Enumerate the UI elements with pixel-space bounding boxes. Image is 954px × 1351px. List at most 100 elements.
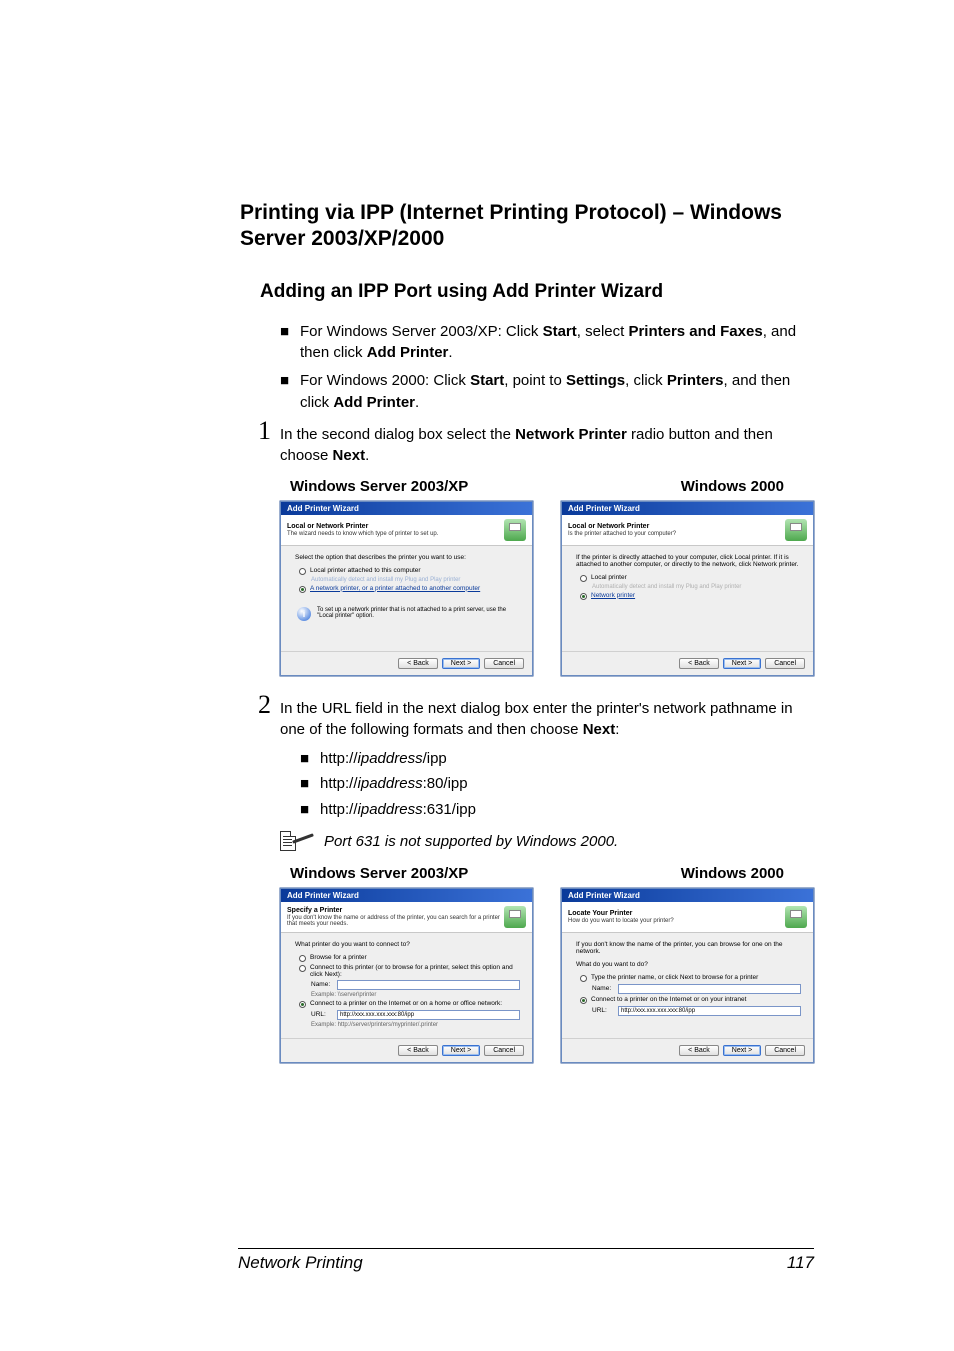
back-button[interactable]: < Back [679, 1045, 719, 1056]
window-title: Add Printer Wizard [562, 889, 813, 902]
step-text: In the second dialog box select the Netw… [280, 420, 814, 466]
text-run: http:// [320, 775, 358, 792]
cancel-button[interactable]: Cancel [765, 658, 805, 669]
wizard-2000-step2: Add Printer Wizard Locate Your Printer H… [561, 888, 814, 1063]
wizard-xp-step1: Add Printer Wizard Local or Network Prin… [280, 501, 533, 676]
radio-icon [580, 575, 587, 582]
cancel-button[interactable]: Cancel [484, 1045, 524, 1056]
field-label: Name: [592, 985, 614, 992]
text-run: In the URL field in the next dialog box … [280, 700, 793, 738]
radio-icon [299, 568, 306, 575]
name-input[interactable] [618, 984, 801, 994]
url-example: Example: http://server/printers/myprinte… [311, 1022, 520, 1028]
printer-icon [504, 519, 526, 541]
wizard-lead-text: What printer do you want to connect to? [295, 941, 520, 948]
radio-network-printer[interactable]: Network printer [580, 592, 801, 600]
info-text: To set up a network printer that is not … [317, 607, 518, 621]
wizard-subheader: The wizard needs to know which type of p… [287, 531, 438, 537]
wizard-header: Local or Network Printer [568, 523, 676, 530]
radio-label: Connect to a printer on the Internet or … [310, 1000, 502, 1007]
list-item: ■ For Windows Server 2003/XP: Click Star… [280, 321, 814, 365]
next-button[interactable]: Next > [442, 658, 480, 669]
radio-label: Connect to a printer on the Internet or … [591, 996, 746, 1003]
radio-local-printer[interactable]: Local printer [580, 574, 801, 582]
radio-label: A network printer, or a printer attached… [310, 585, 480, 592]
name-field-row: Name: [592, 984, 801, 994]
url-field-row: URL: http://xxx.xxx.xxx.xxx:80/ipp [311, 1010, 520, 1020]
url-input[interactable]: http://xxx.xxx.xxx.xxx:80/ipp [337, 1010, 520, 1020]
checkbox-autodetect: Automatically detect and install my Plug… [592, 584, 801, 590]
text-run: For Windows Server 2003/XP: Click [300, 323, 543, 340]
label-xp: Windows Server 2003/XP [290, 865, 468, 882]
back-button[interactable]: < Back [398, 1045, 438, 1056]
radio-connect-url[interactable]: Connect to a printer on the Internet or … [299, 1000, 520, 1008]
next-button[interactable]: Next > [442, 1045, 480, 1056]
radio-label: Type the printer name, or click Next to … [591, 974, 758, 981]
window-title: Add Printer Wizard [562, 502, 813, 515]
text-run: :631/ipp [423, 801, 476, 818]
wizard-lead-text: If the printer is directly attached to y… [576, 554, 801, 568]
bullet-icon: ■ [300, 748, 320, 770]
wizard-subheader: Is the printer attached to your computer… [568, 531, 676, 537]
text-run: Network Printer [515, 426, 627, 443]
wizard-header: Specify a Printer [287, 907, 504, 914]
bullet-text: http://ipaddress:631/ipp [320, 799, 814, 821]
bullet-icon: ■ [300, 773, 320, 795]
radio-label: Browse for a printer [310, 954, 367, 961]
radio-icon [580, 975, 587, 982]
text-run: Next [333, 447, 366, 464]
text-run: Settings [566, 372, 625, 389]
back-button[interactable]: < Back [398, 658, 438, 669]
bullet-text: For Windows 2000: Click Start, point to … [300, 370, 814, 414]
url-input[interactable]: http://xxx.xxx.xxx.xxx:80/ipp [618, 1006, 801, 1016]
text-run: http:// [320, 801, 358, 818]
name-example: Example: \\server\printer [311, 992, 520, 998]
bullet-text: For Windows Server 2003/XP: Click Start,… [300, 321, 814, 365]
cancel-button[interactable]: Cancel [765, 1045, 805, 1056]
printer-icon [504, 906, 526, 928]
radio-connect-url[interactable]: Connect to a printer on the Internet or … [580, 996, 801, 1004]
field-label: URL: [592, 1007, 614, 1014]
wizard-lead-text: If you don't know the name of the printe… [576, 941, 801, 955]
bullet-text: http://ipaddress:80/ipp [320, 773, 814, 795]
note: Port 631 is not supported by Windows 200… [280, 831, 814, 853]
section-heading: Adding an IPP Port using Add Printer Wiz… [260, 281, 814, 303]
text-run: ipaddress [358, 750, 423, 767]
wizard-subheader: If you don't know the name or address of… [287, 915, 504, 927]
text-run: Next [583, 721, 616, 738]
text-run: . [415, 394, 419, 411]
radio-connect-named[interactable]: Connect to this printer (or to browse fo… [299, 964, 520, 978]
radio-label: Connect to this printer (or to browse fo… [310, 964, 520, 978]
wizard-xp-step2: Add Printer Wizard Specify a Printer If … [280, 888, 533, 1063]
wizard-lead-text: Select the option that describes the pri… [295, 554, 520, 561]
step-number: 2 [258, 692, 280, 738]
wizard-header: Locate Your Printer [568, 910, 674, 917]
label-xp: Windows Server 2003/XP [290, 478, 468, 495]
bullet-icon: ■ [280, 370, 300, 414]
text-run: Printers [667, 372, 724, 389]
radio-browse[interactable]: Browse for a printer [299, 954, 520, 962]
radio-label: Local printer attached to this computer [310, 567, 421, 574]
step-text: In the URL field in the next dialog box … [280, 694, 814, 740]
radio-icon [299, 586, 306, 593]
radio-type-name[interactable]: Type the printer name, or click Next to … [580, 974, 801, 982]
radio-local-printer[interactable]: Local printer attached to this computer [299, 567, 520, 575]
next-button[interactable]: Next > [723, 658, 761, 669]
screenshot-labels: Windows Server 2003/XP Windows 2000 [240, 865, 814, 882]
text-run: Start [543, 323, 577, 340]
page-number: 117 [787, 1253, 814, 1273]
window-title: Add Printer Wizard [281, 502, 532, 515]
bullet-icon: ■ [300, 799, 320, 821]
text-run: , select [577, 323, 629, 340]
printer-icon [785, 519, 807, 541]
list-item: ■ http://ipaddress:631/ipp [300, 799, 814, 821]
next-button[interactable]: Next > [723, 1045, 761, 1056]
radio-network-printer[interactable]: A network printer, or a printer attached… [299, 585, 520, 593]
radio-label: Network printer [591, 592, 635, 599]
cancel-button[interactable]: Cancel [484, 658, 524, 669]
name-input[interactable] [337, 980, 520, 990]
back-button[interactable]: < Back [679, 658, 719, 669]
radio-label: Local printer [591, 574, 627, 581]
screenshot-labels: Windows Server 2003/XP Windows 2000 [240, 478, 814, 495]
bullet-text: http://ipaddress/ipp [320, 748, 814, 770]
